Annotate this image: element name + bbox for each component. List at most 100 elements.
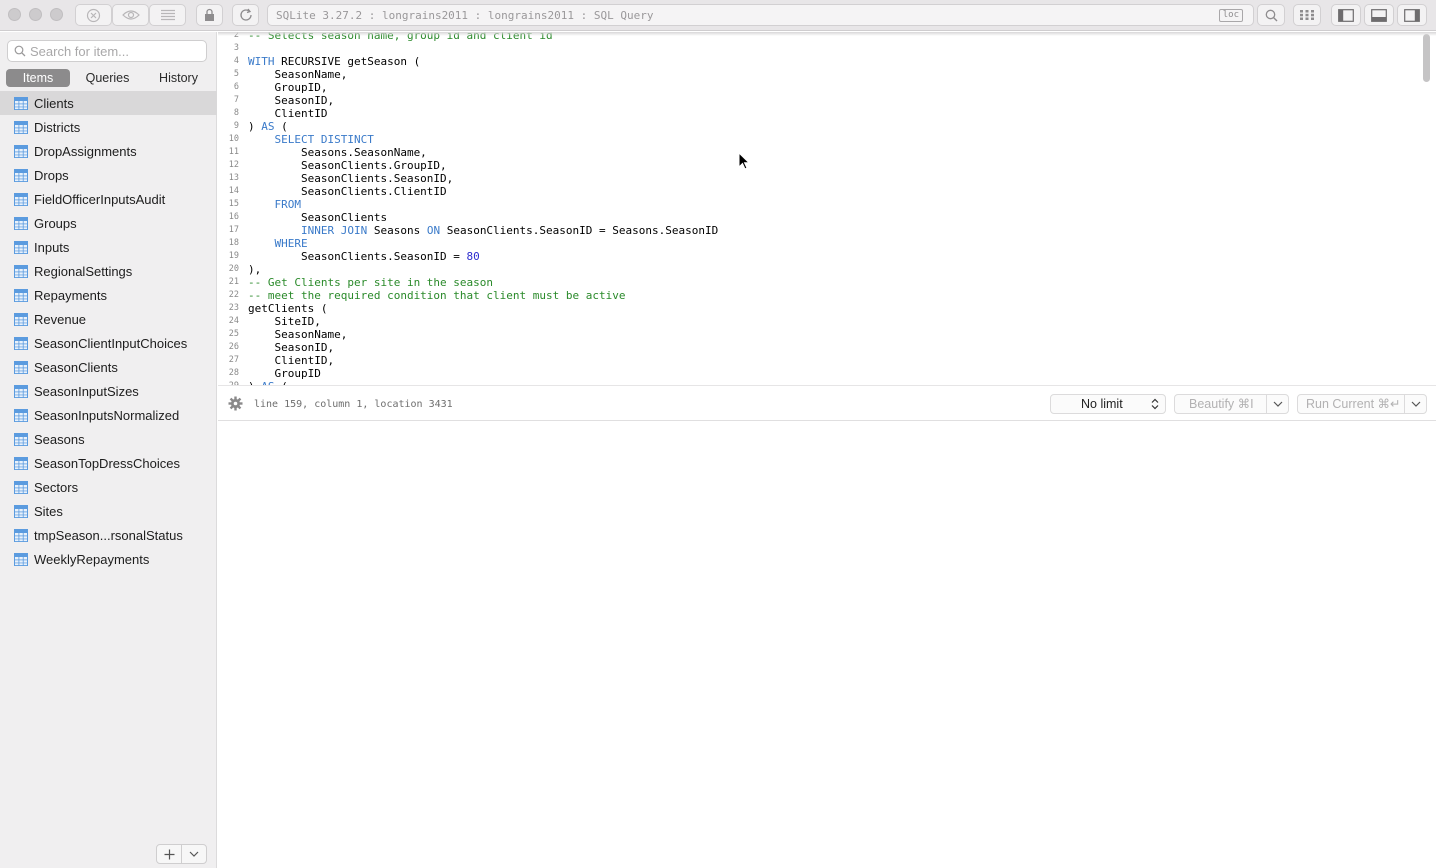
- sidebar-item[interactable]: Inputs: [0, 235, 217, 259]
- sidebar-item-label: Revenue: [34, 311, 87, 327]
- code-token: SiteID,: [248, 315, 321, 328]
- run-current-button[interactable]: Run Current ⌘↵: [1297, 394, 1427, 414]
- table-icon: [14, 192, 28, 206]
- preview-button[interactable]: [112, 4, 149, 26]
- row-limit-select[interactable]: No limit: [1050, 394, 1166, 414]
- line-number: 14: [228, 186, 239, 196]
- code-line: 17 INNER JOIN Seasons ON SeasonClients.S…: [218, 224, 1418, 237]
- sidebar-item[interactable]: Groups: [0, 211, 217, 235]
- code-text: SiteID,: [248, 315, 321, 328]
- run-options-button[interactable]: [1404, 395, 1426, 413]
- code-token: SeasonClients.SeasonID =: [248, 250, 467, 263]
- sidebar-search[interactable]: [7, 40, 207, 62]
- table-icon: [14, 216, 28, 230]
- toggle-left-panel-button[interactable]: [1331, 4, 1361, 26]
- toggle-right-panel-button[interactable]: [1397, 4, 1427, 26]
- code-text: SeasonClients.SeasonID = 80: [248, 250, 480, 263]
- tab-queries[interactable]: Queries: [71, 69, 144, 87]
- code-text: getClients (: [248, 302, 327, 315]
- eye-icon: [121, 10, 140, 20]
- code-text: ),: [248, 263, 261, 276]
- tab-history[interactable]: History: [146, 69, 211, 87]
- code-line: 27 ClientID,: [218, 354, 1418, 367]
- sidebar-item-label: Drops: [34, 167, 69, 183]
- sidebar-item[interactable]: Sites: [0, 499, 217, 523]
- sidebar-item[interactable]: Revenue: [0, 307, 217, 331]
- line-number: 22: [228, 290, 239, 300]
- sidebar-item[interactable]: FieldOfficerInputsAudit: [0, 187, 217, 211]
- sidebar-item[interactable]: SeasonClients: [0, 355, 217, 379]
- editor-scrollbar[interactable]: [1423, 34, 1430, 82]
- code-text: INNER JOIN Seasons ON SeasonClients.Seas…: [248, 224, 718, 237]
- chevron-down-icon: [189, 851, 199, 857]
- code-token: -- meet the required condition that clie…: [248, 289, 626, 302]
- sidebar-item[interactable]: Drops: [0, 163, 217, 187]
- sidebar-item[interactable]: tmpSeason...rsonalStatus: [0, 523, 217, 547]
- connection-address-bar[interactable]: SQLite 3.27.2 : longrains2011 : longrain…: [267, 4, 1254, 26]
- sidebar: Items Queries History Clients Districts Dr…: [0, 32, 217, 868]
- reload-button[interactable]: [232, 4, 259, 26]
- row-limit-value: No limit: [1081, 397, 1123, 411]
- code-text: GroupID,: [248, 81, 327, 94]
- sidebar-item[interactable]: Repayments: [0, 283, 217, 307]
- sidebar-item[interactable]: SeasonTopDressChoices: [0, 451, 217, 475]
- sidebar-item-label: DropAssignments: [34, 143, 137, 159]
- code-text: SeasonClients.ClientID: [248, 185, 447, 198]
- sidebar-item[interactable]: WeeklyRepayments: [0, 547, 217, 571]
- zoom-window-button[interactable]: [50, 8, 63, 21]
- sidebar-item-label: Clients: [34, 95, 74, 111]
- code-text: SeasonID,: [248, 94, 334, 107]
- beautify-button[interactable]: Beautify ⌘I: [1174, 394, 1289, 414]
- code-line: 22 -- meet the required condition that cl…: [218, 289, 1418, 302]
- sidebar-item[interactable]: Clients: [0, 91, 217, 115]
- list-view-button[interactable]: [149, 4, 186, 26]
- sidebar-search-input[interactable]: [30, 43, 200, 59]
- code-line: 20),: [218, 263, 1418, 276]
- plus-icon: [164, 849, 175, 859]
- code-line: 10 SELECT DISTINCT: [218, 133, 1418, 146]
- code-line: 26 SeasonID,: [218, 341, 1418, 354]
- mouse-pointer-icon: [738, 152, 750, 170]
- code-line: 5 SeasonName,: [218, 68, 1418, 81]
- gear-icon[interactable]: [228, 396, 243, 411]
- sidebar-item[interactable]: Seasons: [0, 427, 217, 451]
- close-window-button[interactable]: [8, 8, 21, 21]
- line-number: 6: [233, 82, 239, 92]
- sidebar-item[interactable]: RegionalSettings: [0, 259, 217, 283]
- sidebar-item[interactable]: Sectors: [0, 475, 217, 499]
- sidebar-tabs: Items Queries History: [6, 69, 211, 87]
- sidebar-item[interactable]: Districts: [0, 115, 217, 139]
- sidebar-item-label: SeasonInputsNormalized: [34, 407, 180, 423]
- table-icon: [14, 168, 28, 182]
- code-line: 16 SeasonClients: [218, 211, 1418, 224]
- sidebar-item[interactable]: SeasonClientInputChoices: [0, 331, 217, 355]
- table-icon: [14, 360, 28, 374]
- add-item-button[interactable]: [157, 845, 181, 863]
- loc-badge[interactable]: loc: [1218, 9, 1243, 22]
- lock-button[interactable]: [196, 4, 223, 26]
- tab-items[interactable]: Items: [6, 69, 70, 87]
- code-line: 28 GroupID: [218, 367, 1418, 380]
- code-line: 25 SeasonName,: [218, 328, 1418, 341]
- toggle-bottom-panel-button[interactable]: [1364, 4, 1394, 26]
- add-item-menu-button[interactable]: [181, 845, 206, 863]
- code-token: ): [248, 120, 262, 133]
- stop-query-button[interactable]: [75, 4, 112, 26]
- search-button[interactable]: [1257, 4, 1285, 26]
- line-number: 24: [228, 316, 239, 326]
- window-toolbar: SQLite 3.27.2 : longrains2011 : longrain…: [0, 0, 1436, 31]
- sql-code[interactable]: 2 -- Selects season name, group id and cl…: [218, 32, 1418, 385]
- code-token: INNER JOIN: [300, 224, 368, 237]
- sidebar-item[interactable]: SeasonInputsNormalized: [0, 403, 217, 427]
- sql-editor[interactable]: 2 -- Selects season name, group id and cl…: [218, 32, 1436, 385]
- grid-view-button[interactable]: [1293, 4, 1321, 26]
- code-line: 11 Seasons.SeasonName,: [218, 146, 1418, 159]
- bottom-panel-icon: [1371, 8, 1387, 22]
- sidebar-item[interactable]: DropAssignments: [0, 139, 217, 163]
- sidebar-item[interactable]: SeasonInputSizes: [0, 379, 217, 403]
- line-number: 23: [228, 303, 239, 313]
- minimize-window-button[interactable]: [29, 8, 42, 21]
- table-icon: [14, 264, 28, 278]
- beautify-options-button[interactable]: [1266, 395, 1288, 413]
- code-token: getClients (: [248, 302, 328, 315]
